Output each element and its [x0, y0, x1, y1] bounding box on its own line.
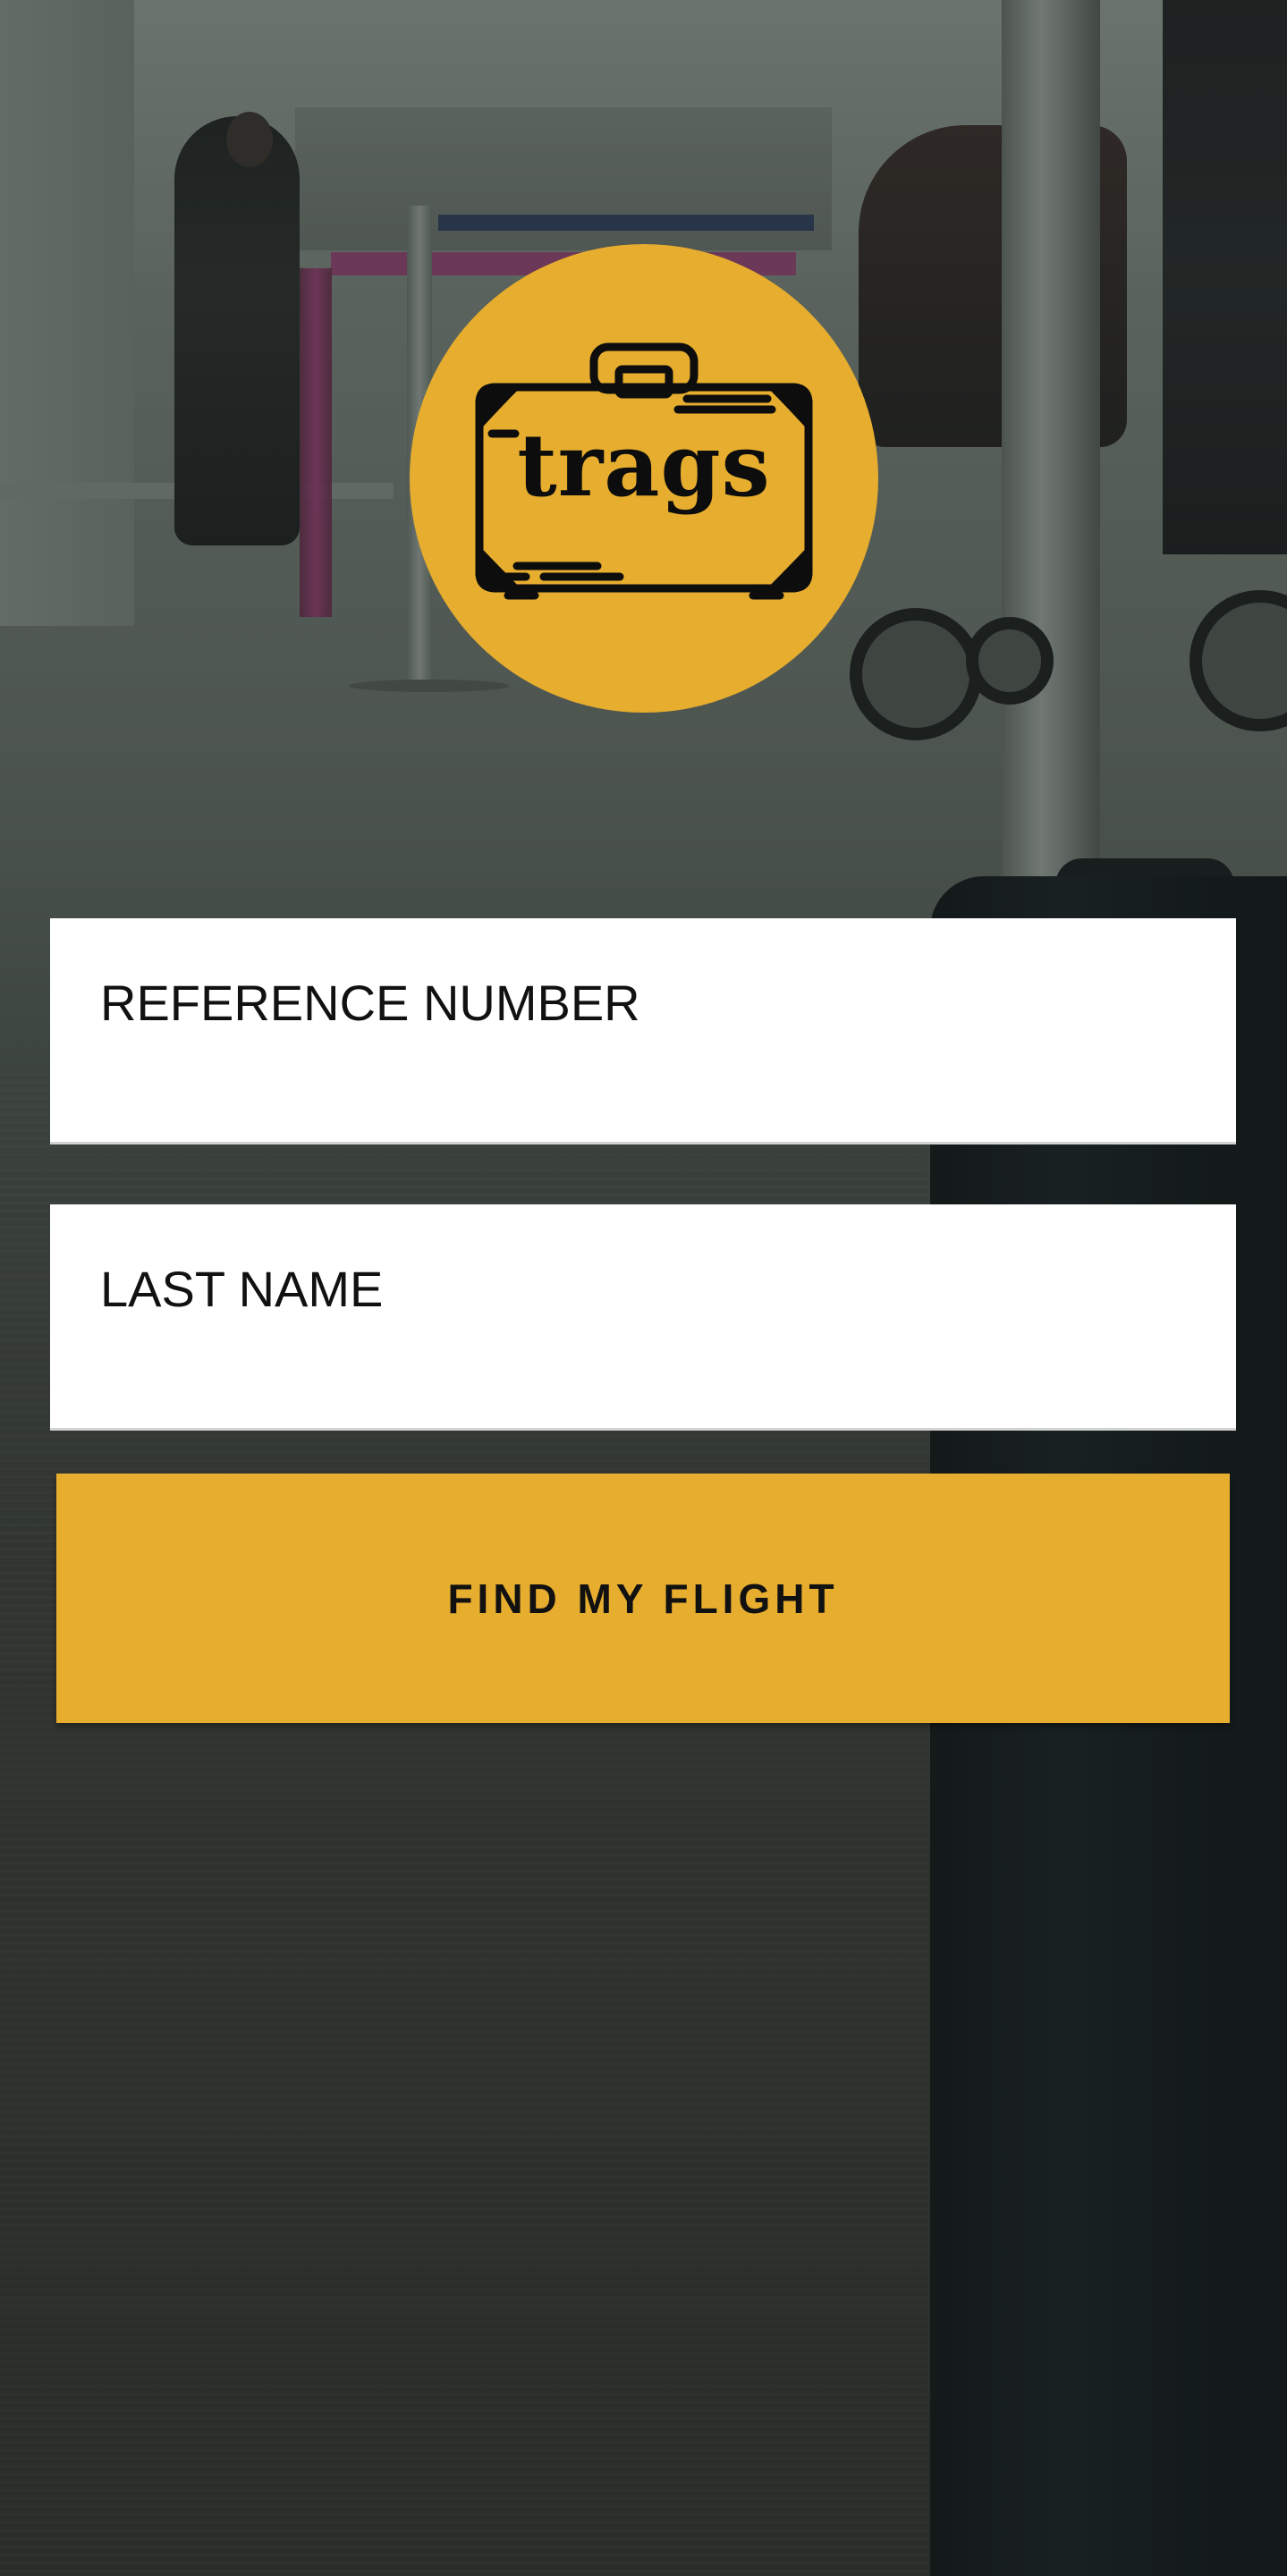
find-my-flight-button[interactable]: FIND MY FLIGHT — [56, 1474, 1230, 1723]
reference-number-field[interactable] — [50, 918, 1236, 1142]
app-screen: trags FIND MY FLIGHT — [0, 0, 1287, 2576]
last-name-field[interactable] — [50, 1204, 1236, 1428]
reference-number-input[interactable] — [100, 974, 1173, 1032]
trags-logo: trags — [410, 244, 878, 713]
logo-wordmark: trags — [517, 415, 771, 516]
last-name-input[interactable] — [100, 1260, 1173, 1318]
